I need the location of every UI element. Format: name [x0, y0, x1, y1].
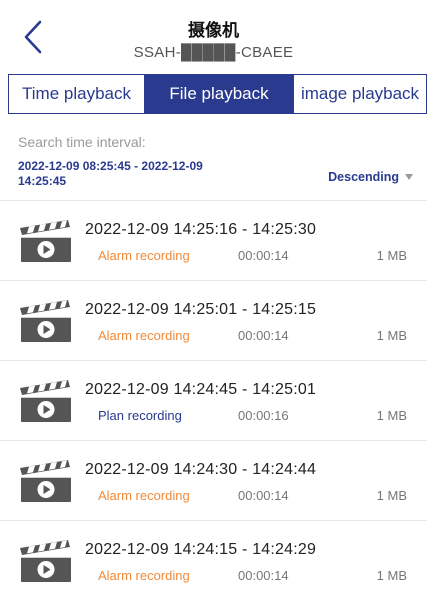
video-clapperboard-icon — [20, 380, 71, 422]
recording-list: 2022-12-09 14:25:16 - 14:25:30 Alarm rec… — [0, 200, 427, 597]
recording-row[interactable]: 2022-12-09 14:25:01 - 14:25:15 Alarm rec… — [0, 280, 427, 360]
recording-type: Alarm recording — [98, 488, 190, 503]
device-id: SSAH-█████-CBAEE — [133, 44, 294, 61]
tab-file-playback[interactable]: File playback — [145, 75, 293, 113]
recording-size: 1 MB — [376, 328, 407, 343]
video-clapperboard-icon — [20, 540, 71, 582]
recording-row[interactable]: 2022-12-09 14:25:16 - 14:25:30 Alarm rec… — [0, 200, 427, 280]
recording-time-range: 2022-12-09 14:25:16 - 14:25:30 — [85, 221, 317, 238]
video-clapperboard-icon — [20, 300, 71, 342]
recording-type: Alarm recording — [98, 568, 190, 583]
recording-duration: 00:00:14 — [238, 248, 289, 263]
recording-row[interactable]: 2022-12-09 14:24:45 - 14:25:01 Plan reco… — [0, 360, 427, 440]
recording-duration: 00:00:16 — [238, 408, 289, 423]
search-interval-label: Search time interval: — [18, 134, 146, 150]
recording-type: Plan recording — [98, 408, 182, 423]
sort-order-dropdown[interactable]: Descending — [328, 170, 413, 184]
video-clapperboard-icon — [20, 460, 71, 502]
tab-time-playback[interactable]: Time playback — [9, 75, 145, 113]
sort-order-label: Descending — [328, 170, 399, 184]
recording-row[interactable]: 2022-12-09 14:24:30 - 14:24:44 Alarm rec… — [0, 440, 427, 520]
playback-tabs: Time playback File playback image playba… — [8, 74, 427, 114]
search-interval-value[interactable]: 2022-12-09 08:25:45 - 2022-12-09 14:25:4… — [18, 159, 278, 189]
recording-row[interactable]: 2022-12-09 14:24:15 - 14:24:29 Alarm rec… — [0, 520, 427, 597]
recording-duration: 00:00:14 — [238, 488, 289, 503]
header-bar: 摄像机 SSAH-█████-CBAEE — [0, 0, 427, 74]
recording-time-range: 2022-12-09 14:24:45 - 14:25:01 — [85, 381, 317, 398]
recording-size: 1 MB — [376, 568, 407, 583]
recording-size: 1 MB — [376, 408, 407, 423]
caret-down-icon — [405, 174, 413, 180]
recording-type: Alarm recording — [98, 328, 190, 343]
recording-duration: 00:00:14 — [238, 328, 289, 343]
page-title: 摄像机 — [188, 21, 239, 41]
recording-type: Alarm recording — [98, 248, 190, 263]
recording-size: 1 MB — [376, 488, 407, 503]
recording-duration: 00:00:14 — [238, 568, 289, 583]
video-clapperboard-icon — [20, 220, 71, 262]
search-interval-start: 2022-12-09 08:25:45 - 2022-12-09 — [18, 159, 203, 173]
tab-image-playback[interactable]: image playback — [293, 75, 426, 113]
recording-size: 1 MB — [376, 248, 407, 263]
recording-time-range: 2022-12-09 14:24:30 - 14:24:44 — [85, 461, 317, 478]
recording-time-range: 2022-12-09 14:25:01 - 14:25:15 — [85, 301, 317, 318]
search-interval-end: 14:25:45 — [18, 174, 67, 188]
recording-time-range: 2022-12-09 14:24:15 - 14:24:29 — [85, 541, 317, 558]
